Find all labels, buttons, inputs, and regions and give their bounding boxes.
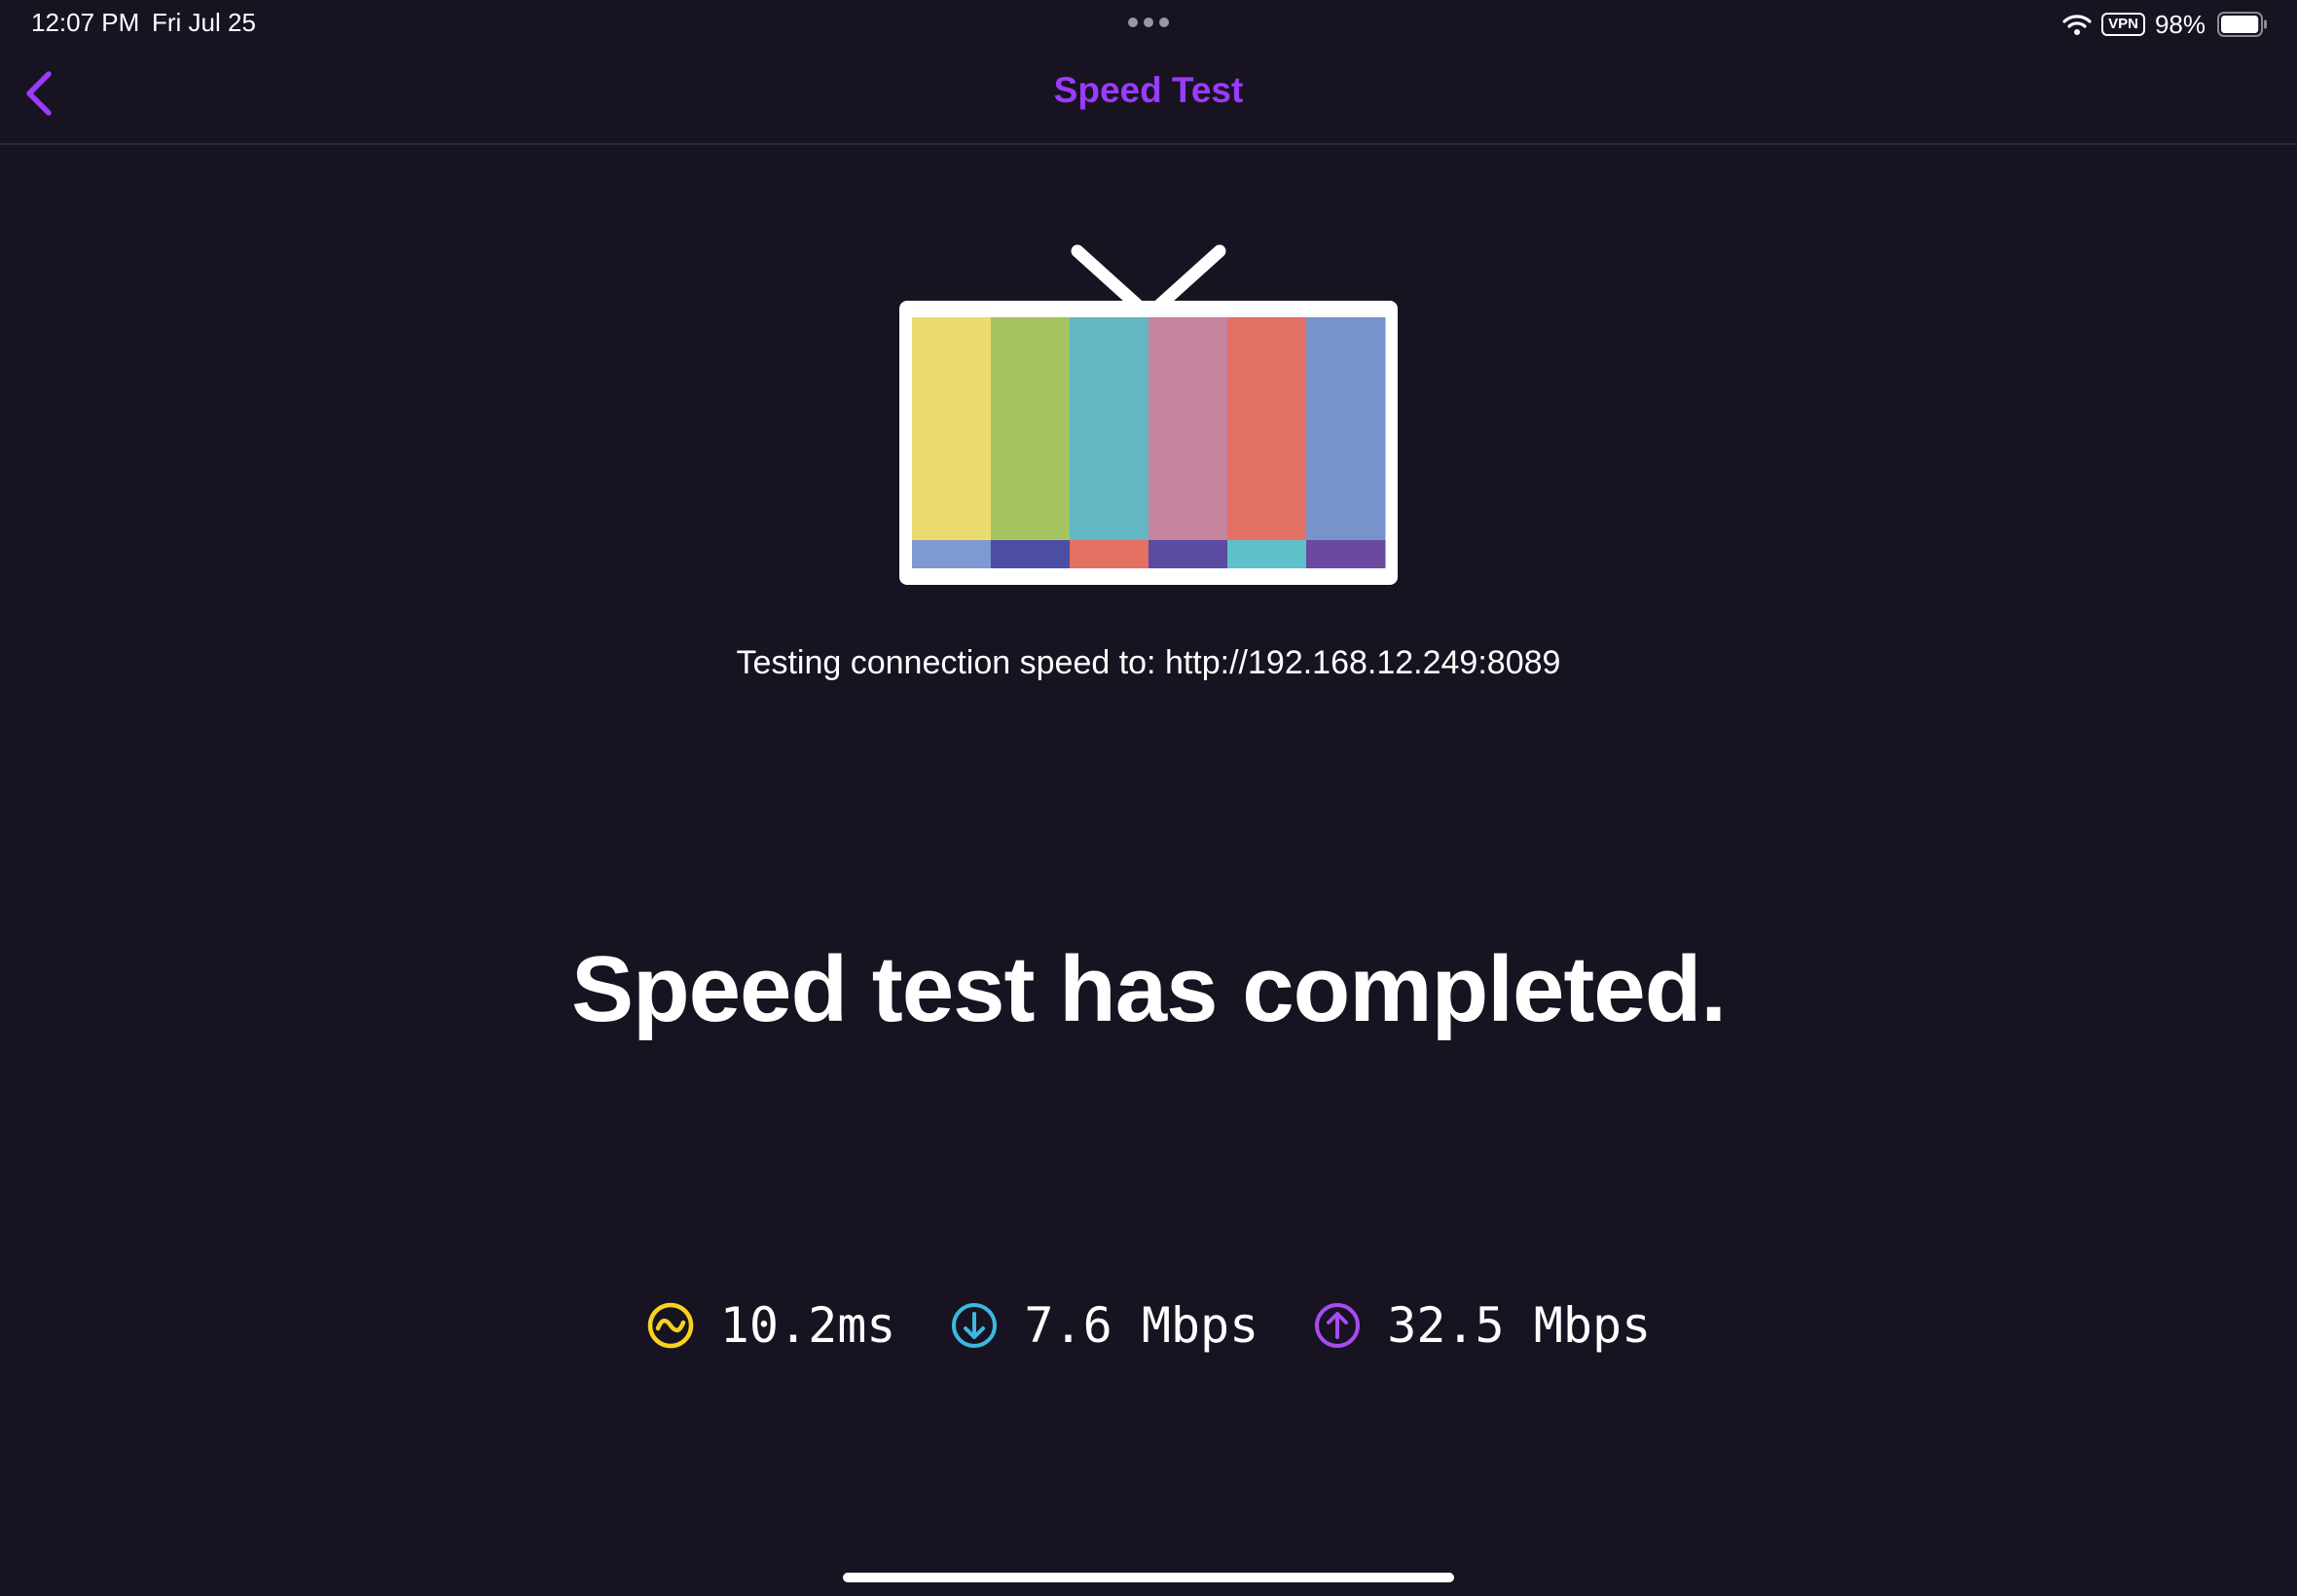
battery-percent: 98%: [2154, 9, 2206, 39]
tv-icon: [899, 244, 1398, 585]
multitasking-dots-icon[interactable]: [1127, 17, 1170, 28]
speed-test-screen: 12:07 PM Fri Jul 25 VPN 98% Speed Test T…: [0, 0, 2297, 1596]
status-bar: 12:07 PM Fri Jul 25 VPN 98%: [0, 0, 2297, 47]
ping-value: 10.2ms: [719, 1297, 896, 1354]
ping-icon: [647, 1302, 694, 1349]
page-title: Speed Test: [1053, 70, 1244, 110]
tv-bottom-bar: [912, 540, 992, 568]
navigation-bar: Speed Test: [0, 47, 2297, 145]
tv-color-bars-top: [912, 317, 1386, 540]
speed-results: 10.2ms 7.6 Mbps 32.5 Mbps: [0, 1294, 2297, 1357]
download-arrow-icon: [952, 1303, 998, 1348]
status-time: 12:07 PM: [31, 8, 140, 37]
status-date: Fri Jul 25: [152, 8, 256, 37]
upload-value: 32.5 Mbps: [1387, 1297, 1652, 1354]
upload-arrow-icon: [1315, 1303, 1361, 1348]
status-indicators: VPN 98%: [2062, 8, 2268, 41]
tv-top-bar: [1070, 317, 1149, 540]
download-result: 7.6 Mbps: [950, 1297, 1258, 1354]
tv-top-bar: [1227, 317, 1307, 540]
download-value: 7.6 Mbps: [1024, 1297, 1259, 1354]
tv-bottom-bar: [1148, 540, 1228, 568]
tv-top-bar: [912, 317, 992, 540]
tv-top-bar: [1148, 317, 1228, 540]
tv-bottom-bar: [1306, 540, 1386, 568]
ping-result: 10.2ms: [646, 1297, 896, 1354]
tv-bottom-bar: [1070, 540, 1149, 568]
home-indicator[interactable]: [843, 1573, 1454, 1582]
wifi-icon: [2062, 15, 2092, 35]
tv-top-bar: [1306, 317, 1386, 540]
battery-icon: [2217, 12, 2267, 37]
upload-result: 32.5 Mbps: [1313, 1297, 1651, 1354]
completion-headline: Speed test has completed.: [570, 937, 1727, 1041]
tv-color-bars-bottom: [912, 540, 1386, 568]
vpn-badge: VPN: [2101, 13, 2145, 36]
tv-bottom-bar: [991, 540, 1071, 568]
testing-server-text: Testing connection speed to: http://192.…: [736, 644, 1561, 681]
tv-bottom-bar: [1227, 540, 1307, 568]
tv-top-bar: [991, 317, 1071, 540]
